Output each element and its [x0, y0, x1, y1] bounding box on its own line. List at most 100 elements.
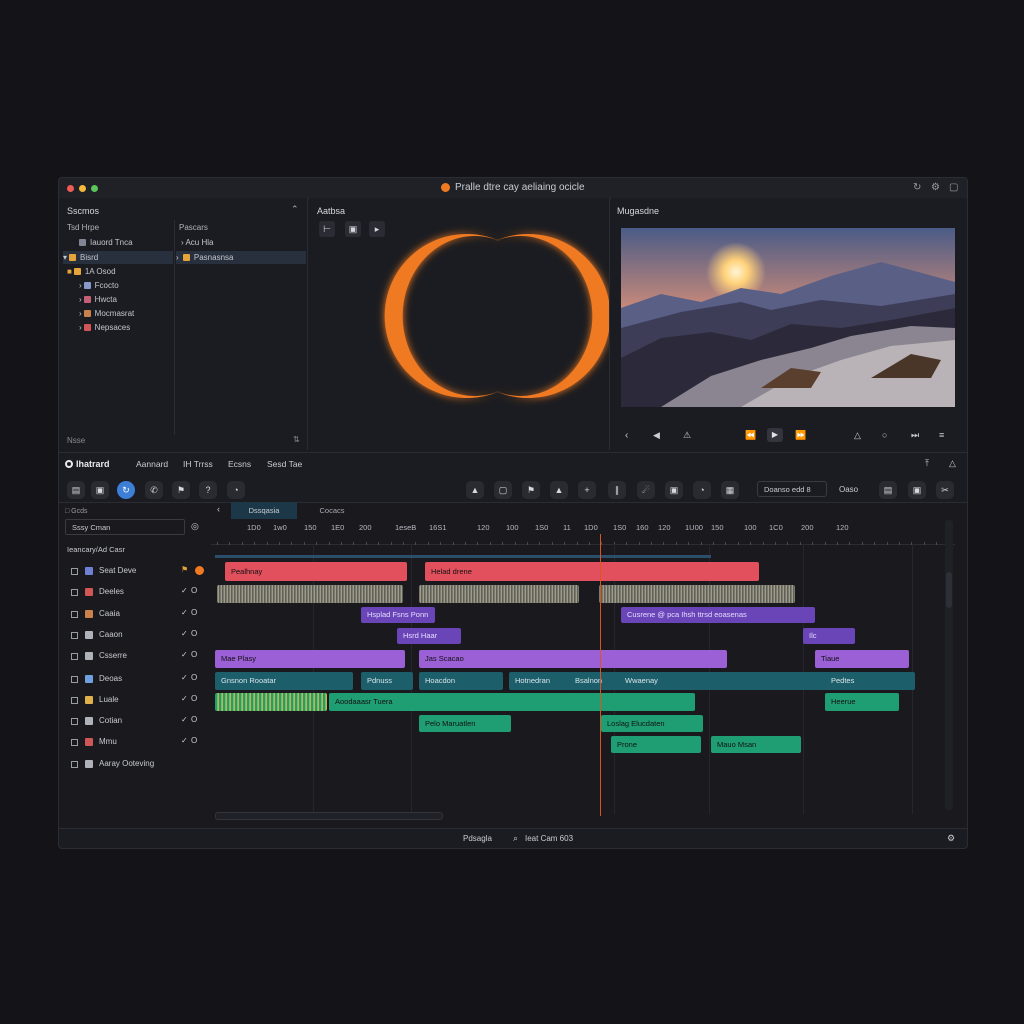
menu-item[interactable]: Aannard [136, 459, 168, 469]
timeline-clip[interactable]: Gnsnon Rooatar [215, 672, 353, 690]
snap-icon[interactable]: ⤒ [925, 458, 929, 469]
mark-button[interactable]: ▲ [466, 481, 484, 499]
track-mute-toggle[interactable]: ✓ [181, 629, 188, 638]
track-solo-toggle[interactable]: O [191, 586, 197, 595]
playhead[interactable] [600, 534, 601, 816]
track-visibility-checkbox[interactable] [71, 568, 78, 575]
share-button[interactable]: ✂ [936, 481, 954, 499]
blade-tool-button[interactable]: ▣ [91, 481, 109, 499]
scrollbar-thumb[interactable] [946, 572, 952, 608]
track-visibility-checkbox[interactable] [71, 611, 78, 618]
snapshot-button[interactable]: ▣ [665, 481, 683, 499]
vertical-scrollbar[interactable] [945, 520, 953, 810]
track-solo-toggle[interactable] [195, 566, 204, 575]
track-mute-toggle[interactable]: ✓ [181, 715, 188, 724]
track-header[interactable]: Deoas ✓ O [65, 673, 205, 691]
track-header[interactable]: Deeles ✓ O [65, 586, 205, 604]
collapse-icon[interactable]: ⌃ [291, 204, 299, 215]
tree-item[interactable]: Iauord Tnca [77, 238, 133, 247]
zoom-icon[interactable]: ⌕ [513, 833, 518, 844]
track-header[interactable]: Aaray Ooteving [65, 758, 205, 776]
export-button[interactable]: ▤ [879, 481, 897, 499]
maximize-window-dot[interactable] [91, 185, 98, 192]
mark-in-icon[interactable]: ◀ [653, 430, 660, 441]
mark-out-icon[interactable]: ⏭ [911, 430, 919, 441]
select-tool-button[interactable]: ▤ [67, 481, 85, 499]
marker-icon[interactable]: △ [854, 430, 861, 441]
timeline-clip[interactable]: Pelo Maruatlen [419, 715, 511, 732]
track-header[interactable]: Caaia ✓ O [65, 608, 205, 626]
track-visibility-checkbox[interactable] [71, 761, 78, 768]
menu-item[interactable]: IH Trrss [183, 459, 213, 469]
effects-button[interactable]: ☄ [637, 481, 655, 499]
crop-button[interactable]: ▢ [494, 481, 512, 499]
hand-tool-button[interactable]: ✆ [145, 481, 163, 499]
timeline-clip[interactable]: Tiaue [815, 650, 909, 668]
search-icon[interactable]: ◎ [191, 521, 199, 532]
settings-icon[interactable]: ⚙ [931, 182, 940, 193]
timeline-clip[interactable]: Mauo Msan [711, 736, 801, 753]
timeline-clip[interactable]: Pedtes [825, 672, 915, 690]
settings-small-icon[interactable]: ⚙ [947, 833, 955, 844]
bin-item-selected[interactable]: › Pasnasnsa [176, 251, 306, 264]
loop-icon[interactable]: ○ [882, 430, 887, 440]
sort-icon[interactable]: ⇅ [293, 435, 300, 444]
track-mute-toggle[interactable]: ✓ [181, 694, 188, 703]
timeline-clip[interactable]: Heerue [825, 693, 899, 711]
tree-item[interactable]: ■ 1A Osod [67, 267, 116, 276]
track-mute-toggle[interactable]: ✓ [181, 586, 188, 595]
timeline-clip[interactable]: Cusrene @ pca Ihsh ttrsd eoasenas [621, 607, 815, 623]
track-search[interactable]: Sssy Cman [65, 519, 185, 535]
viewer-menu-icon[interactable]: ≡ [939, 430, 944, 440]
track-header[interactable]: Caaon ✓ O [65, 629, 205, 647]
track-visibility-checkbox[interactable] [71, 676, 78, 683]
track-solo-toggle[interactable]: O [191, 650, 197, 659]
menu-item[interactable]: Sesd Tae [267, 459, 302, 469]
menu-item[interactable]: Ecsns [228, 459, 251, 469]
timeline-clip[interactable]: Bsalnon [569, 672, 625, 690]
track-visibility-checkbox[interactable] [71, 718, 78, 725]
track-mute-toggle[interactable]: ✓ [181, 736, 188, 745]
track-solo-toggle[interactable]: O [191, 715, 197, 724]
track-solo-toggle[interactable]: O [191, 629, 197, 638]
track-header[interactable]: Cotian ✓ O [65, 715, 205, 733]
timeline-clip[interactable]: Pealhnay [225, 562, 407, 581]
render-button[interactable]: ▣ [908, 481, 926, 499]
timeline-clip[interactable]: Loslag Elucdaten [601, 715, 703, 732]
fast-forward-icon[interactable]: ⏩ [795, 430, 806, 441]
track-solo-toggle[interactable]: O [191, 736, 197, 745]
track-header[interactable]: Csserre ✓ O [65, 650, 205, 668]
bin-item[interactable]: › Acu Hla [181, 238, 213, 247]
track-visibility-checkbox[interactable] [71, 739, 78, 746]
rewind-icon[interactable]: ⏪ [745, 430, 756, 441]
track-header[interactable]: Seat Deve ⚑ [65, 565, 205, 583]
tree-item[interactable]: › Nepsaces [79, 323, 130, 332]
step-back-icon[interactable]: ‹ [625, 430, 628, 441]
tree-item-selected[interactable]: ▾ Bisrd [63, 251, 173, 264]
lock-tool-button[interactable]: ◔ [227, 481, 245, 499]
timeline-clip[interactable]: Helad drene [425, 562, 759, 581]
link-tool-button[interactable]: ↻ [117, 481, 135, 499]
audio-waveform-clip[interactable] [215, 693, 327, 711]
track-header[interactable]: Mmu ✓ O [65, 736, 205, 754]
horizontal-scrollbar[interactable] [215, 812, 443, 820]
info-tool-button[interactable]: ? [199, 481, 217, 499]
tree-item[interactable]: › Hwcta [79, 295, 117, 304]
track-mute-toggle[interactable]: ✓ [181, 650, 188, 659]
tab-sequence[interactable]: Dssqasia [231, 502, 297, 519]
alert-icon[interactable]: △ [949, 458, 956, 469]
tab-back-icon[interactable]: ‹ [217, 504, 220, 514]
speed-button[interactable]: ◔ [693, 481, 711, 499]
track-solo-toggle[interactable]: O [191, 673, 197, 682]
timeline-clip[interactable]: Pdnuss [361, 672, 413, 690]
tree-item[interactable]: › Mocmasrat [79, 309, 134, 318]
timeline-clip[interactable]: Prone [611, 736, 701, 753]
timeline-clip[interactable]: Aoodaaasr Tuera [329, 693, 695, 711]
track-solo-toggle[interactable]: O [191, 608, 197, 617]
refresh-icon[interactable]: ↻ [913, 182, 921, 193]
timeline-clip[interactable]: Hotnedran [509, 672, 571, 690]
add-button[interactable]: + [578, 481, 596, 499]
minimize-window-dot[interactable] [79, 185, 86, 192]
flag-tool-button[interactable]: ⚑ [172, 481, 190, 499]
timeline-clip[interactable]: Ilc [803, 628, 855, 644]
